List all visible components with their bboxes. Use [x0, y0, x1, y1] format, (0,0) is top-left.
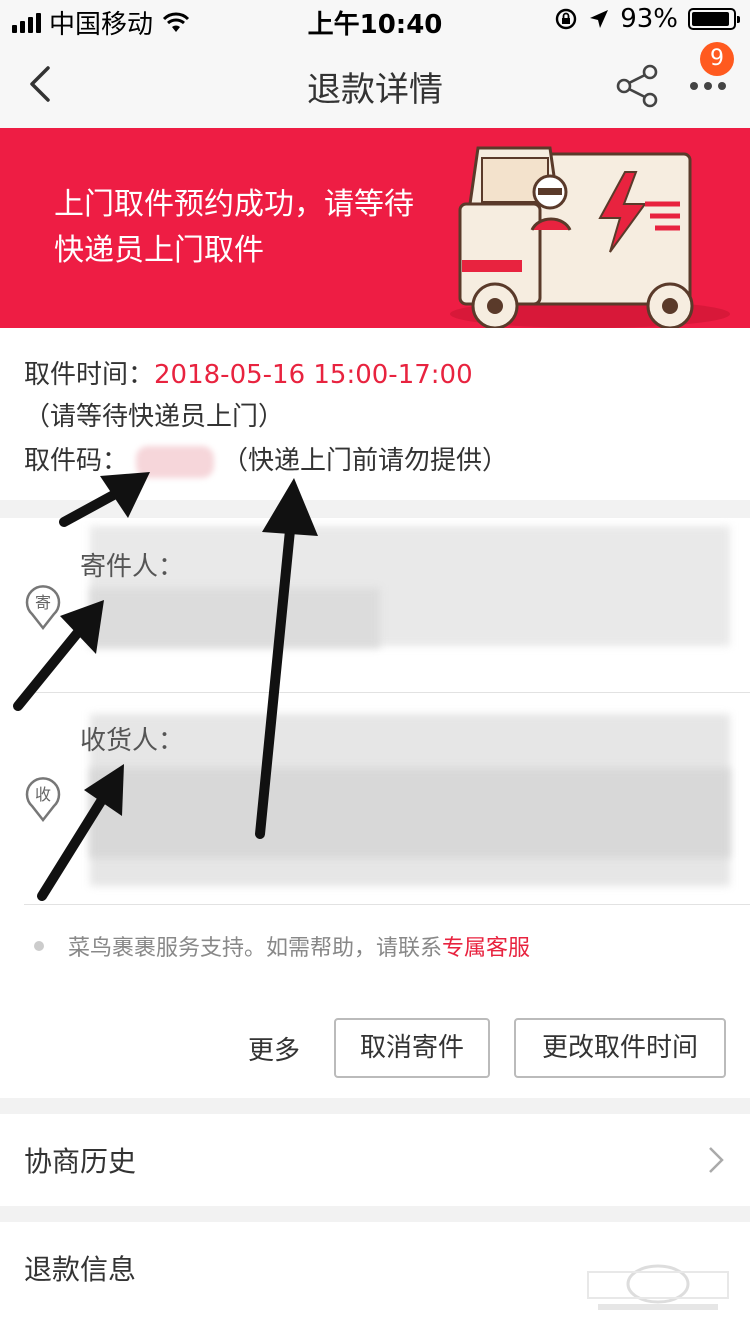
rotation-lock-icon	[556, 8, 577, 30]
pickup-time-value: 2018-05-16 15:00-17:00	[154, 360, 473, 390]
sender-address-blurred	[90, 588, 380, 648]
receiver-address-blurred	[90, 768, 730, 858]
delivery-truck-illustration	[450, 146, 730, 328]
share-icon[interactable]	[614, 62, 662, 110]
sender-tag-icon: 寄	[25, 585, 61, 630]
refund-info-label: 退款信息	[24, 1253, 137, 1286]
battery-percent: 93%	[620, 4, 678, 34]
receiver-tag-text: 收	[35, 785, 51, 804]
location-icon	[590, 10, 609, 28]
cancel-shipment-button[interactable]: 取消寄件	[334, 1018, 490, 1078]
change-pickup-time-button[interactable]: 更改取件时间	[514, 1018, 726, 1078]
battery-icon	[688, 8, 740, 30]
receiver-tag-icon: 收	[25, 777, 61, 822]
notification-badge: 9	[700, 42, 734, 76]
bullet-dot-icon	[34, 941, 44, 951]
pickup-code-blurred	[136, 445, 215, 478]
address-divider	[24, 692, 750, 693]
baidu-jingyan-watermark	[587, 1264, 729, 1310]
chevron-right-icon	[709, 1147, 724, 1173]
pickup-code-row: 取件码： （快递上门前请勿提供）	[24, 440, 726, 482]
pickup-time-row: 取件时间：2018-05-16 15:00-17:00 （请等待快递员上门）	[24, 354, 726, 438]
banner-message: 上门取件预约成功，请等待快递员上门取件	[54, 187, 414, 268]
pickup-time-label: 取件时间：	[24, 360, 155, 390]
address-card: 寄件人： 寄 收货人： 收 菜鸟裹裹服务支持。如需帮助，请联系 专属客服 更多 取…	[0, 518, 750, 1098]
pickup-info: 取件时间：2018-05-16 15:00-17:00 （请等待快递员上门） 取件…	[0, 328, 750, 500]
support-link[interactable]: 专属客服	[442, 930, 530, 962]
support-text: 菜鸟裹裹服务支持。如需帮助，请联系	[68, 936, 443, 961]
support-divider	[24, 904, 750, 905]
pickup-code-label: 取件码：	[24, 446, 129, 476]
battery-fill	[692, 12, 730, 26]
negotiation-history-label: 协商历史	[24, 1145, 137, 1178]
pickup-time-note: （请等待快递员上门）	[24, 402, 285, 432]
status-banner: 上门取件预约成功，请等待快递员上门取件	[0, 128, 750, 328]
receiver-label: 收货人：	[80, 726, 185, 756]
pickup-code-note: （快递上门前请勿提供）	[222, 446, 509, 476]
sender-tag-text: 寄	[35, 593, 51, 612]
status-right: 93%	[554, 4, 740, 34]
sender-label: 寄件人：	[80, 552, 185, 582]
nav-bar: 退款详情 9	[0, 40, 750, 128]
more-actions-button[interactable]: 更多	[248, 1030, 300, 1067]
status-bar: 中国移动 上午10:40 93%	[0, 0, 750, 40]
negotiation-history-row[interactable]: 协商历史	[0, 1114, 750, 1206]
more-icon[interactable]	[684, 70, 732, 102]
support-note: 菜鸟裹裹服务支持。如需帮助，请联系 专属客服	[34, 930, 530, 962]
